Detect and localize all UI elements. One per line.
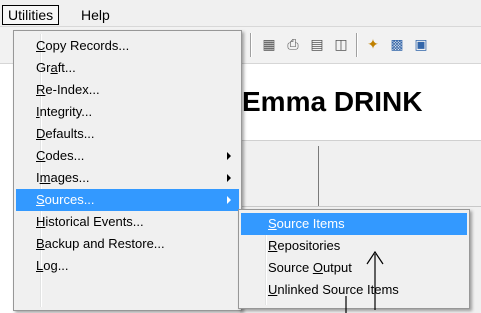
menu-item-re-index[interactable]: Re-Index... xyxy=(16,79,239,101)
menu-item-label: Source xyxy=(268,260,313,275)
menu-item-label: opy Records... xyxy=(45,38,130,53)
menu-item-mnemonic: S xyxy=(36,192,45,207)
menu-item-historical-events[interactable]: Historical Events... xyxy=(16,211,239,233)
menu-item-backup-and-restore[interactable]: Backup and Restore... xyxy=(16,233,239,255)
menu-item-mnemonic: B xyxy=(36,236,45,251)
menu-item-label: ages... xyxy=(50,170,90,185)
menu-item-mnemonic: C xyxy=(36,148,46,163)
preview-icon[interactable]: ◫ xyxy=(332,35,350,53)
menu-item-label: ntegrity... xyxy=(39,104,93,119)
menu-bar: Utilities Help xyxy=(0,0,481,27)
panel-divider xyxy=(318,146,319,206)
menu-item-mnemonic: D xyxy=(36,126,46,141)
menu-item-mnemonic: m xyxy=(39,170,51,185)
submenu-item-source-items[interactable]: Source Items xyxy=(241,213,467,235)
menu-item-defaults[interactable]: Defaults... xyxy=(16,123,239,145)
menu-item-mnemonic: R xyxy=(268,238,278,253)
menu-item-label: Gr xyxy=(36,60,51,75)
toolbar-separator xyxy=(250,33,251,57)
menu-item-label: epositories xyxy=(277,238,341,253)
sources-submenu: Source Items Repositories Source Output Unl… xyxy=(238,209,470,309)
properties-icon[interactable]: ▤ xyxy=(308,35,326,53)
menu-item-label: utput xyxy=(322,260,352,275)
submenu-item-source-output[interactable]: Source Output xyxy=(241,257,467,279)
menu-item-mnemonic: R xyxy=(36,82,46,97)
submenu-item-unlinked-source-items[interactable]: Unlinked Source Items xyxy=(241,279,467,301)
panel-divider xyxy=(240,206,481,207)
records-icon[interactable]: ▩ xyxy=(388,35,406,53)
utilities-menu: Copy Records... Graft... Re-Index... Integr… xyxy=(13,30,242,311)
menu-item-label: odes... xyxy=(45,148,85,163)
printer-icon[interactable]: ⎙ xyxy=(284,35,302,53)
menu-item-integrity[interactable]: Integrity... xyxy=(16,101,239,123)
menu-item-label: ackup and Restore... xyxy=(44,236,165,251)
menu-item-images[interactable]: Images... xyxy=(16,167,239,189)
menu-item-mnemonic: a xyxy=(50,60,58,75)
toolbar-separator xyxy=(356,33,357,57)
menu-item-label: efaults... xyxy=(45,126,95,141)
menu-item-sources[interactable]: Sources... xyxy=(16,189,239,211)
record-title: Emma DRINK xyxy=(242,86,423,117)
menu-item-mnemonic: H xyxy=(36,214,46,229)
grid-icon[interactable]: ▦ xyxy=(260,35,278,53)
menu-item-codes[interactable]: Codes... xyxy=(16,145,239,167)
menu-item-label: nlinked Source Items xyxy=(277,282,399,297)
menu-item-copy-records[interactable]: Copy Records... xyxy=(16,35,239,57)
menu-item-mnemonic: U xyxy=(268,282,278,297)
menu-item-graft[interactable]: Graft... xyxy=(16,57,239,79)
form-icon[interactable]: ▣ xyxy=(412,35,430,53)
menu-item-log[interactable]: Log... xyxy=(16,255,239,277)
submenu-arrow-icon xyxy=(227,196,231,204)
menu-item-label: ft... xyxy=(57,60,76,75)
submenu-arrow-icon xyxy=(227,174,231,182)
menu-help[interactable]: Help xyxy=(76,6,115,24)
menu-item-label: ources... xyxy=(44,192,95,207)
submenu-item-repositories[interactable]: Repositories xyxy=(241,235,467,257)
menu-item-label: e-Index... xyxy=(45,82,100,97)
menu-item-label: og... xyxy=(43,258,69,273)
menu-item-mnemonic: C xyxy=(36,38,46,53)
menu-item-mnemonic: O xyxy=(312,260,323,275)
menu-item-mnemonic: S xyxy=(268,216,277,231)
menu-item-label: ource Items xyxy=(276,216,345,231)
sparkle-tool-icon[interactable]: ✦ xyxy=(364,35,382,53)
menu-item-label: istorical Events... xyxy=(45,214,144,229)
app-window: ▦ ⎙ ▤ ◫ ✦ ▩ ▣ Emma DRINK Utilities Help … xyxy=(0,0,481,313)
menu-utilities[interactable]: Utilities xyxy=(2,5,60,25)
submenu-arrow-icon xyxy=(227,152,231,160)
